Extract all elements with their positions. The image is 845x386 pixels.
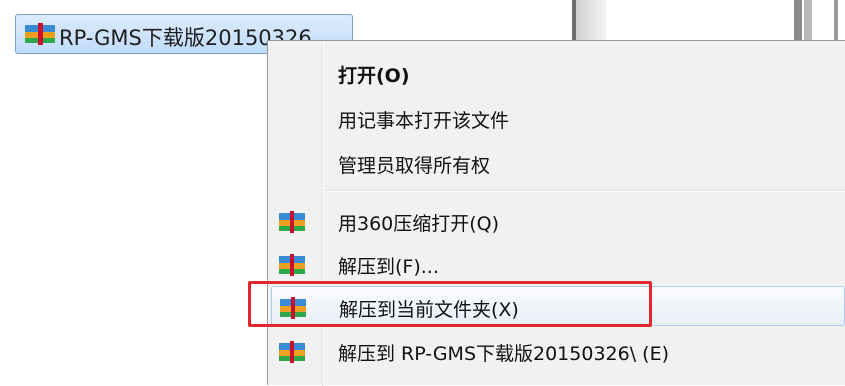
archive-icon — [279, 254, 305, 276]
menu-item-label: 用360压缩打开(Q) — [338, 213, 500, 235]
menu-separator — [325, 190, 845, 192]
menu-item-label: 打开(O) — [338, 65, 410, 87]
menu-item-open-with-360zip[interactable]: 用360压缩打开(Q) — [271, 201, 845, 241]
menu-item-open[interactable]: 打开(O) — [271, 53, 845, 93]
menu-item-extract-to[interactable]: 解压到(F)... — [271, 244, 845, 284]
menu-item-label: 解压到(F)... — [338, 256, 439, 278]
menu-item-label: 解压到 RP-GMS下载版20150326\ (E) — [338, 343, 669, 365]
archive-icon — [25, 23, 55, 45]
archive-icon — [279, 211, 305, 233]
context-menu: 打开(O) 用记事本打开该文件 管理员取得所有权 用360压缩打开(Q) 解压到… — [267, 40, 845, 386]
menu-item-label: 用记事本打开该文件 — [338, 110, 510, 132]
background-window — [572, 0, 845, 42]
highlight-annotation-box — [248, 281, 652, 327]
menu-item-take-ownership[interactable]: 管理员取得所有权 — [271, 143, 845, 183]
menu-item-extract-to-folder[interactable]: 解压到 RP-GMS下载版20150326\ (E) — [271, 331, 845, 371]
menu-item-open-with-notepad[interactable]: 用记事本打开该文件 — [271, 98, 845, 138]
menu-item-label: 管理员取得所有权 — [338, 155, 491, 177]
archive-icon — [279, 341, 305, 363]
